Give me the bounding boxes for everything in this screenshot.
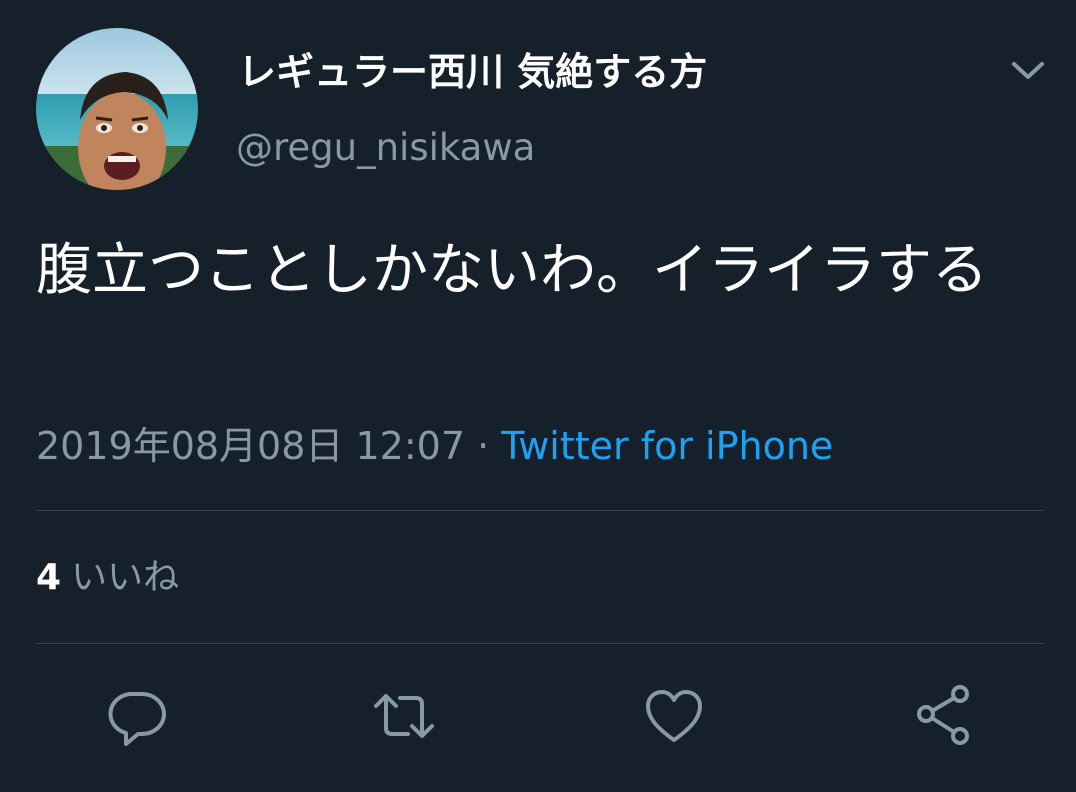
chevron-down-icon[interactable]	[1006, 50, 1050, 90]
reply-button[interactable]	[104, 684, 168, 748]
share-icon	[917, 685, 969, 745]
avatar[interactable]	[36, 28, 198, 190]
divider	[36, 643, 1044, 644]
likes-stat[interactable]: 4 いいね	[36, 552, 179, 604]
retweet-button[interactable]	[372, 684, 436, 748]
user-handle[interactable]: @regu_nisikawa	[236, 124, 535, 172]
tweet-text: 腹立つことしかないわ。イライラする	[36, 238, 988, 303]
retweet-icon	[374, 694, 434, 738]
likes-count: 4	[36, 557, 62, 598]
meta-separator: ·	[465, 424, 502, 468]
share-button[interactable]	[912, 684, 976, 748]
divider	[36, 510, 1044, 511]
heart-icon	[646, 690, 702, 742]
like-button[interactable]	[642, 684, 706, 748]
likes-label: いいね	[71, 557, 180, 598]
reply-icon	[108, 692, 166, 746]
tweet-source-link[interactable]: Twitter for iPhone	[501, 424, 833, 468]
tweet-meta: 2019年08月08日 12:07 · Twitter for iPhone	[36, 420, 833, 472]
display-name[interactable]: レギュラー西川 気絶する方	[238, 48, 707, 96]
tweet-timestamp: 2019年08月08日 12:07	[36, 424, 466, 468]
avatar-image	[36, 28, 198, 190]
